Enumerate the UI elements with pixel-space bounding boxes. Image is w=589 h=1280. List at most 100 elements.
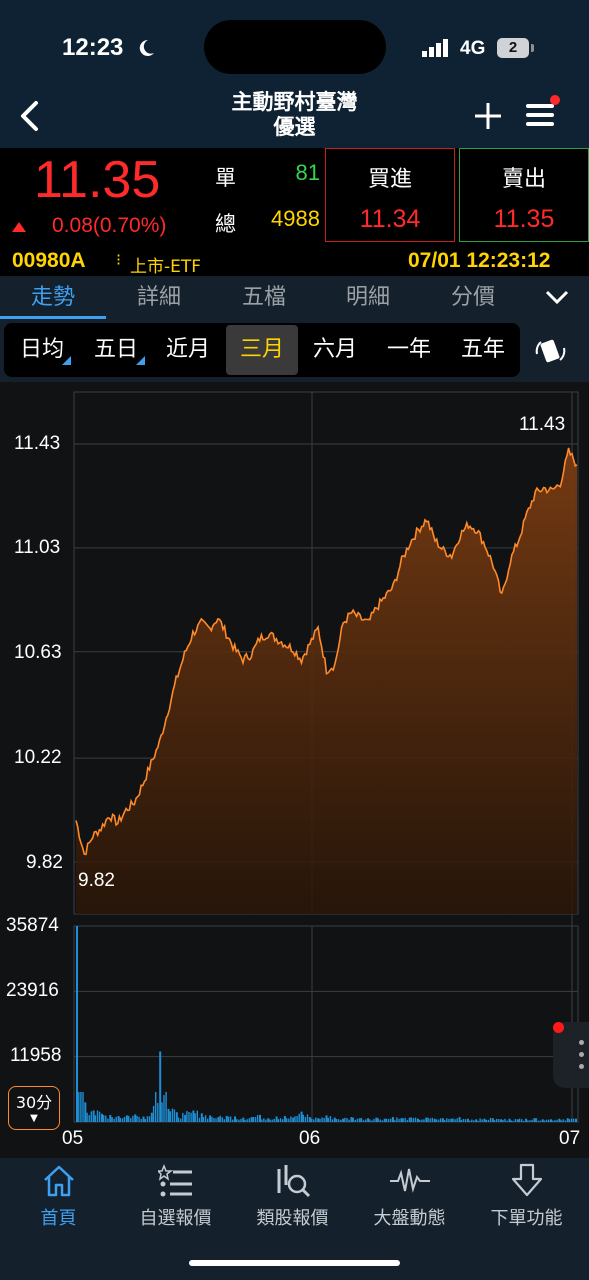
- nav-home-label: 首頁: [40, 1208, 77, 1229]
- volume-bar: [163, 1095, 165, 1122]
- back-icon[interactable]: [18, 100, 42, 132]
- range-5y[interactable]: 五年: [450, 323, 516, 377]
- buy-label: 買進: [367, 167, 412, 192]
- volume-bar: [385, 1118, 388, 1122]
- total-volume: 4988: [271, 206, 320, 231]
- nav-order-label: 下單功能: [490, 1208, 563, 1229]
- volume-bar: [481, 1119, 483, 1122]
- volume-bar: [319, 1118, 321, 1122]
- volume-bar: [469, 1120, 471, 1122]
- range-6m[interactable]: 六月: [302, 323, 368, 377]
- volume-bar: [186, 1110, 188, 1122]
- volume-bar: [198, 1117, 201, 1122]
- volume-bar: [123, 1116, 126, 1122]
- volume-bar: [414, 1117, 417, 1122]
- volume-bar: [471, 1119, 473, 1122]
- volume-bar: [227, 1116, 230, 1122]
- volume-bar: [362, 1120, 365, 1122]
- x-tick-label: 06: [299, 1128, 321, 1149]
- chevron-down-icon[interactable]: [544, 288, 570, 306]
- volume-bar: [433, 1118, 436, 1122]
- range-1m[interactable]: 近月: [156, 323, 220, 377]
- tab-ticks[interactable]: 明細: [316, 276, 420, 320]
- tab-trend[interactable]: 走勢: [0, 276, 106, 320]
- volume-bar: [302, 1114, 304, 1122]
- volume-bar: [510, 1120, 512, 1122]
- moon-icon: [139, 39, 154, 56]
- volume-bar: [148, 1116, 151, 1122]
- volume-bar: [159, 1051, 162, 1122]
- volume-bar: [527, 1120, 529, 1122]
- volume-bar: [333, 1117, 336, 1122]
- volume-bar: [171, 1108, 174, 1122]
- volume-bar: [263, 1118, 265, 1122]
- battery-icon: 2: [497, 38, 529, 58]
- volume-bar: [441, 1118, 444, 1122]
- nav-order[interactable]: 下單功能: [468, 1163, 585, 1230]
- volume-tick-label: 11958: [10, 1045, 62, 1066]
- volume-bar: [246, 1119, 248, 1122]
- volume-bar: [360, 1118, 363, 1122]
- volume-bar: [157, 1102, 159, 1122]
- interval-selector[interactable]: 30分 ▼: [8, 1086, 60, 1130]
- nav-home[interactable]: 首頁: [0, 1163, 117, 1230]
- volume-bar: [435, 1119, 438, 1122]
- volume-bar: [283, 1116, 286, 1122]
- volume-bar: [290, 1116, 292, 1122]
- volume-bar: [558, 1118, 561, 1122]
- volume-bar: [90, 1111, 92, 1122]
- volume-bar: [487, 1119, 490, 1122]
- range-daily-avg[interactable]: 日均: [10, 323, 74, 377]
- range-3m[interactable]: 三月: [226, 325, 298, 375]
- range-5d[interactable]: 五日: [84, 323, 148, 377]
- volume-bar: [392, 1117, 394, 1122]
- volume-bar: [215, 1118, 217, 1122]
- volume-bar: [169, 1111, 171, 1122]
- volume-bar: [543, 1120, 546, 1122]
- volume-bar: [111, 1117, 113, 1122]
- volume-bar: [365, 1119, 367, 1122]
- menu-icon[interactable]: [524, 95, 562, 131]
- volume-bar: [410, 1117, 413, 1122]
- volume-bar: [265, 1119, 267, 1122]
- volume-bar: [161, 1102, 163, 1122]
- sell-button[interactable]: 賣出 11.35: [459, 148, 589, 242]
- range-1y[interactable]: 一年: [376, 323, 442, 377]
- rotate-screen-icon[interactable]: [533, 336, 569, 366]
- volume-bar: [86, 1112, 88, 1122]
- last-price: 11.35: [34, 151, 161, 209]
- battery-tip: [531, 44, 534, 52]
- volume-bar: [479, 1118, 481, 1122]
- volume-bar: [202, 1117, 205, 1122]
- nav-sector[interactable]: 類股報價: [234, 1163, 351, 1230]
- tab-detail[interactable]: 詳細: [106, 276, 212, 320]
- volume-bar: [556, 1119, 558, 1122]
- volume-bar: [244, 1119, 246, 1122]
- tab-order-book[interactable]: 五檔: [212, 276, 316, 320]
- sell-label: 賣出: [501, 167, 546, 192]
- volume-bar: [396, 1117, 398, 1122]
- price-volume-chart[interactable]: [0, 382, 589, 1158]
- volume-bar: [456, 1118, 458, 1122]
- nav-watchlist[interactable]: 自選報價: [117, 1163, 234, 1230]
- volume-bar: [238, 1119, 240, 1122]
- volume-bar: [78, 1092, 80, 1122]
- volume-bar: [489, 1117, 492, 1122]
- volume-bar: [211, 1116, 213, 1122]
- volume-bar: [427, 1117, 429, 1122]
- volume-bar: [190, 1112, 192, 1122]
- single-label: 單: [215, 166, 236, 190]
- volume-bar: [317, 1118, 320, 1122]
- nav-sector-label: 類股報價: [256, 1208, 329, 1229]
- volume-bar: [277, 1119, 280, 1122]
- tab-price-volume[interactable]: 分價: [420, 276, 526, 320]
- sort-icon[interactable]: ⁝: [116, 250, 121, 269]
- nav-market[interactable]: 大盤動態: [351, 1163, 468, 1230]
- volume-bar: [294, 1116, 296, 1122]
- buy-button[interactable]: 買進 11.34: [325, 148, 455, 242]
- volume-bar: [402, 1118, 404, 1122]
- volume-bar: [344, 1117, 346, 1122]
- add-icon[interactable]: [473, 101, 503, 131]
- volume-bar: [358, 1118, 361, 1122]
- volume-bar: [96, 1110, 99, 1122]
